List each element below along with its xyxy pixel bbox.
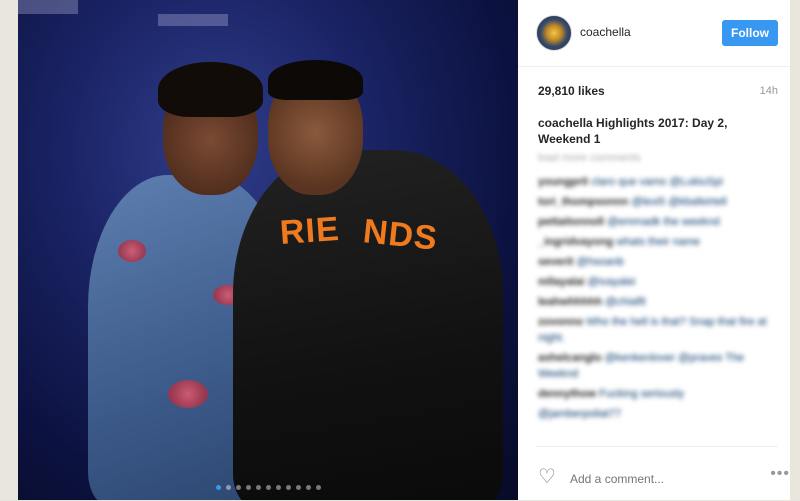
post-photo[interactable]: RIE NDS (18, 0, 518, 500)
jacket-print-right: NDS (361, 212, 440, 258)
comment-text: @ivayalei (587, 276, 636, 288)
stage-light (18, 0, 78, 14)
comment-text: @emmadk the weeknd (607, 216, 720, 228)
carousel-dot[interactable] (275, 485, 281, 490)
post-caption: coachella Highlights 2017: Day 2, Weeken… (538, 116, 728, 146)
comment-item: _ingridvayong whats their name (538, 234, 778, 250)
comment-text: Fucking seriously (599, 388, 685, 400)
comment-item: youngpr0 claro que vamo @LukiuSpi (538, 174, 778, 190)
carousel-indicator (18, 485, 518, 490)
load-more-comments-link[interactable]: load more comments (538, 152, 641, 164)
more-options-icon[interactable]: ••• (770, 465, 790, 483)
comment-username[interactable]: ashelcanglo (538, 352, 602, 364)
comment-username[interactable]: tori_thompsonnn (538, 196, 628, 208)
stage-light (158, 14, 228, 26)
comment-item: dennythow Fucking seriously (538, 386, 778, 402)
carousel-dot[interactable] (315, 485, 321, 490)
comment-item: ashelcanglo @kenkenlover @praves The Wee… (538, 350, 778, 382)
comment-username[interactable]: leahwhhhhh (538, 296, 602, 308)
jacket-print-left: RIE (278, 209, 341, 253)
carousel-dot[interactable] (215, 485, 221, 490)
jacket-flower (118, 240, 146, 262)
username-link[interactable]: coachella (580, 25, 631, 39)
comment-item: zovonno Who the hell is that? Snap that … (538, 314, 778, 346)
follow-button[interactable]: Follow (722, 20, 778, 46)
comment-text: @jamberpoliat77 (538, 408, 622, 420)
comment-text: @lexi5 @kbafeirtell (631, 196, 727, 208)
comment-item: severit @hsoanb (538, 254, 778, 270)
carousel-dot[interactable] (295, 485, 301, 490)
person-right-jacket (233, 150, 503, 500)
comment-item: tori_thompsonnn @lexi5 @kbafeirtell (538, 194, 778, 210)
post-header: coachella Follow (518, 0, 790, 67)
person-right-hair (268, 60, 363, 100)
post-timestamp[interactable]: 14h (760, 85, 778, 97)
comment-username[interactable]: zovonno (538, 316, 583, 328)
comment-text: @hsoanb (576, 256, 624, 268)
comment-username[interactable]: _ingridvayong (538, 236, 613, 248)
comment-username[interactable]: youngpr0 (538, 176, 588, 188)
avatar[interactable] (536, 15, 572, 51)
comment-item: leahwhhhhh @chiaf8 (538, 294, 778, 310)
carousel-dot[interactable] (235, 485, 241, 490)
add-comment-input[interactable] (568, 469, 742, 489)
carousel-dot[interactable] (255, 485, 261, 490)
post-sidebar: coachella Follow 29,810 likes 14h coache… (518, 0, 790, 500)
carousel-dot[interactable] (245, 485, 251, 490)
carousel-dot[interactable] (225, 485, 231, 490)
comment-item: pettaitonnoll @emmadk the weeknd (538, 214, 778, 230)
comment-username[interactable]: severit (538, 256, 573, 268)
heart-icon[interactable]: ♡ (538, 467, 556, 487)
jacket-flower (168, 380, 208, 408)
comment-bar: ♡ ••• (536, 446, 789, 501)
comment-item: mllayalai @ivayalei (538, 274, 778, 290)
instagram-post: RIE NDS coachella Follow 29,810 likes 14… (18, 0, 790, 500)
carousel-dot[interactable] (285, 485, 291, 490)
comment-username[interactable]: dennythow (538, 388, 596, 400)
person-left-hair (158, 62, 263, 117)
comment-text: @chiaf8 (605, 296, 646, 308)
comment-text: whats their name (616, 236, 701, 248)
carousel-dot[interactable] (305, 485, 311, 490)
carousel-dot[interactable] (265, 485, 271, 490)
comment-username[interactable]: mllayalai (538, 276, 584, 288)
comment-list: youngpr0 claro que vamo @LukiuSpi tori_th… (538, 174, 778, 426)
comment-item: @jamberpoliat77 (538, 406, 778, 422)
comment-username[interactable]: pettaitonnoll (538, 216, 604, 228)
likes-count[interactable]: 29,810 likes (538, 84, 605, 98)
comment-text: claro que vamo @LukiuSpi (591, 176, 723, 188)
